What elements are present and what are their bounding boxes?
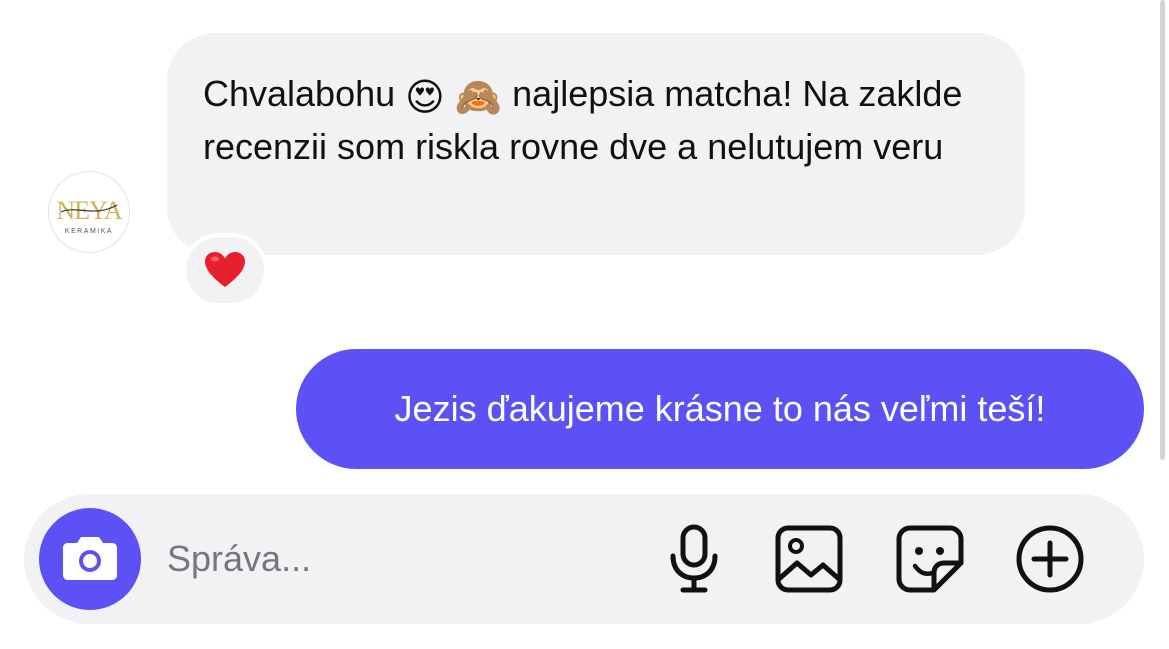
- camera-icon: [62, 533, 118, 586]
- gallery-button[interactable]: [771, 521, 847, 597]
- sticker-button[interactable]: [892, 521, 968, 597]
- outgoing-message-text: Jezis ďakujeme krásne to nás veľmi teší!: [394, 388, 1046, 429]
- add-icon: [1015, 524, 1085, 594]
- svg-text:KERAMIKA: KERAMIKA: [65, 228, 113, 235]
- message-input[interactable]: [167, 532, 637, 586]
- avatar[interactable]: NEYA KERAMIKA: [48, 171, 130, 253]
- heart-eyes-emoji: 😍: [405, 77, 445, 119]
- incoming-message-bubble[interactable]: Chvalabohu 😍 🙈 najlepsia matcha! Na zakl…: [167, 33, 1025, 255]
- message-composer: [24, 494, 1144, 624]
- message-reaction[interactable]: [182, 233, 268, 307]
- message-text-start: Chvalabohu: [203, 73, 396, 114]
- camera-button[interactable]: [39, 508, 141, 610]
- add-button[interactable]: [1012, 521, 1088, 597]
- microphone-icon: [668, 524, 720, 594]
- microphone-button[interactable]: [656, 521, 732, 597]
- sticker-icon: [896, 525, 964, 593]
- heart-icon: [204, 251, 246, 289]
- scrollbar[interactable]: [1160, 0, 1165, 460]
- image-icon: [775, 525, 843, 593]
- incoming-message-text: Chvalabohu 😍 🙈 najlepsia matcha! Na zakl…: [203, 67, 989, 173]
- see-no-evil-monkey-emoji: 🙈: [454, 77, 503, 119]
- neya-logo: NEYA KERAMIKA: [56, 196, 124, 235]
- outgoing-message-bubble[interactable]: Jezis ďakujeme krásne to nás veľmi teší!: [296, 349, 1144, 469]
